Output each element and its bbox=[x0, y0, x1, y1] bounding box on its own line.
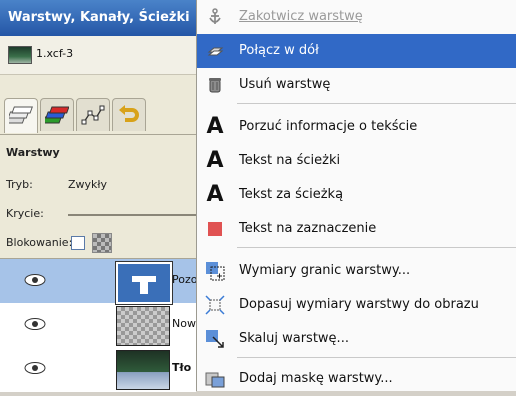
layer-name: Nowa bbox=[172, 317, 196, 330]
scale-icon bbox=[205, 329, 225, 349]
menu-item-label: Wymiary granic warstwy... bbox=[239, 263, 411, 278]
menu-item-layer-boundary-size[interactable]: Wymiary granic warstwy... bbox=[197, 254, 516, 288]
menu-item-text-along-path[interactable]: A Tekst za ścieżką bbox=[197, 178, 516, 212]
layers-section-title: Warstwy bbox=[6, 146, 60, 159]
layer-mask-icon bbox=[205, 369, 225, 389]
layer-row[interactable]: Nowa bbox=[0, 303, 196, 347]
menu-item-label: Połącz w dół bbox=[239, 43, 319, 58]
tab-channels[interactable] bbox=[40, 98, 74, 131]
tab-paths[interactable] bbox=[76, 98, 110, 131]
trash-icon bbox=[205, 75, 225, 95]
menu-item-merge-down[interactable]: Połącz w dół bbox=[197, 34, 516, 68]
menu-item-label: Porzuć informacje o tekście bbox=[239, 119, 418, 134]
opacity-slider[interactable] bbox=[68, 214, 196, 216]
dock-tabs bbox=[0, 94, 196, 135]
layer-thumbnail bbox=[116, 350, 170, 390]
mode-label: Tryb: bbox=[6, 178, 33, 191]
layer-thumbnail bbox=[115, 261, 173, 305]
layer-boundary-icon bbox=[205, 261, 225, 281]
menu-item-label: Tekst za ścieżką bbox=[239, 187, 344, 202]
menu-item-text-to-path[interactable]: A Tekst na ścieżki bbox=[197, 144, 516, 178]
eye-icon[interactable] bbox=[24, 361, 46, 375]
text-icon: A bbox=[206, 182, 224, 207]
layer-thumbnail bbox=[116, 306, 170, 346]
menu-separator bbox=[237, 247, 516, 248]
layer-row[interactable]: Tło bbox=[0, 347, 196, 391]
menu-item-anchor-layer[interactable]: Zakotwicz warstwę bbox=[197, 0, 516, 34]
layers-icon bbox=[9, 106, 33, 124]
anchor-icon bbox=[205, 7, 225, 27]
layer-name: Pozostałe bbox=[172, 273, 196, 286]
tab-layers[interactable] bbox=[4, 98, 38, 133]
paths-icon bbox=[81, 105, 105, 125]
eye-icon[interactable] bbox=[24, 317, 46, 331]
lock-alpha-icon[interactable] bbox=[92, 233, 112, 253]
mode-select[interactable]: Zwykły bbox=[68, 178, 107, 191]
image-selector[interactable]: 1.xcf-3 bbox=[0, 36, 196, 75]
menu-item-label: Tekst na zaznaczenie bbox=[239, 221, 377, 236]
layers-dock: Warstwy, Kanały, Ścieżki 1.xcf-3 Warstwy… bbox=[0, 0, 196, 392]
menu-separator bbox=[237, 357, 516, 358]
menu-item-layer-to-image-size[interactable]: Dopasuj wymiary warstwy do obrazu bbox=[197, 288, 516, 322]
menu-item-label: Zakotwicz warstwę bbox=[239, 9, 363, 24]
menu-separator bbox=[237, 103, 516, 104]
merge-down-icon bbox=[205, 41, 225, 61]
menu-item-text-to-selection[interactable]: Tekst na zaznaczenie bbox=[197, 212, 516, 246]
text-layer-icon bbox=[132, 276, 156, 294]
menu-item-delete-layer[interactable]: Usuń warstwę bbox=[197, 68, 516, 102]
menu-item-label: Dopasuj wymiary warstwy do obrazu bbox=[239, 297, 479, 312]
text-icon: A bbox=[206, 148, 224, 173]
image-thumbnail bbox=[8, 46, 32, 64]
menu-item-label: Usuń warstwę bbox=[239, 77, 331, 92]
menu-item-discard-text-info[interactable]: A Porzuć informacje o tekście bbox=[197, 110, 516, 144]
channels-icon bbox=[45, 106, 69, 124]
selection-icon bbox=[205, 219, 225, 239]
lock-label: Blokowanie: bbox=[6, 236, 73, 249]
undo-history-icon bbox=[119, 105, 139, 122]
dock-title[interactable]: Warstwy, Kanały, Ścieżki bbox=[0, 0, 196, 36]
text-icon: A bbox=[206, 114, 224, 139]
opacity-label: Krycie: bbox=[6, 207, 44, 220]
image-label: 1.xcf-3 bbox=[36, 47, 74, 60]
eye-icon[interactable] bbox=[24, 273, 46, 287]
layer-row[interactable]: Pozostałe bbox=[0, 259, 196, 305]
tab-undo-history[interactable] bbox=[112, 98, 146, 131]
layer-list: Pozostałe Nowa Tło bbox=[0, 258, 196, 392]
menu-item-label: Dodaj maskę warstwy... bbox=[239, 371, 393, 386]
lock-pixels-checkbox[interactable] bbox=[71, 236, 85, 250]
layer-name: Tło bbox=[172, 361, 192, 374]
fit-layer-icon bbox=[205, 295, 225, 315]
menu-item-label: Tekst na ścieżki bbox=[239, 153, 341, 168]
menu-item-scale-layer[interactable]: Skaluj warstwę... bbox=[197, 322, 516, 356]
menu-item-label: Skaluj warstwę... bbox=[239, 331, 349, 346]
layer-context-menu: Zakotwicz warstwę Połącz w dół Usuń wars… bbox=[196, 0, 516, 391]
